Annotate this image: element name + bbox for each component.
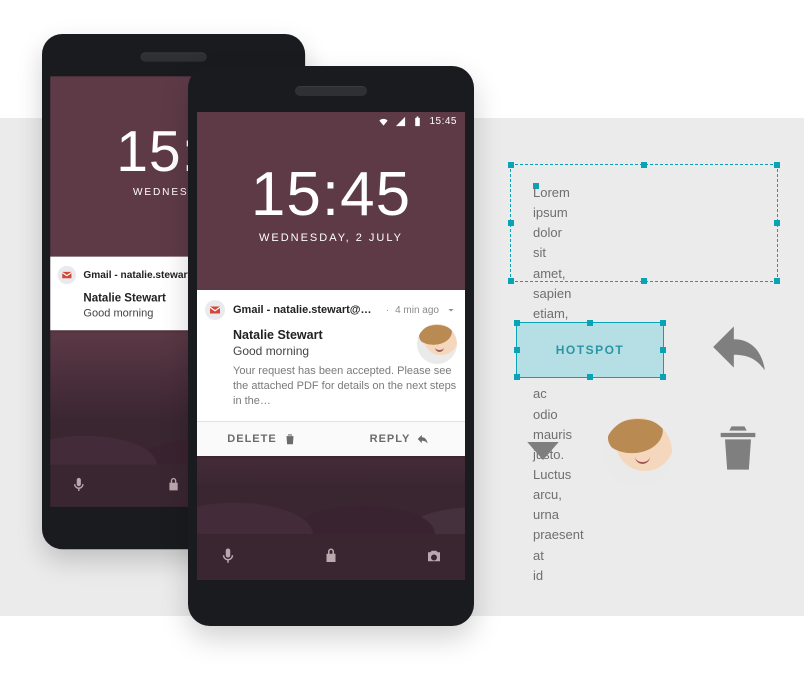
status-time: 15:45	[429, 116, 457, 127]
notification-card-expanded[interactable]: Gmail - natalie.stewart@gmail.com · 4 mi…	[197, 290, 465, 456]
chevron-down-icon-asset[interactable]	[516, 424, 570, 483]
notification-meta: · 4 min ago	[386, 304, 457, 316]
sender-avatar	[417, 324, 457, 364]
delete-label: DELETE	[227, 433, 276, 445]
wifi-icon	[378, 116, 389, 127]
lorem-text: Lorem ipsum dolor sit amet, sapien etiam…	[533, 183, 539, 189]
phone-screen-front: 15:45 15:45 WEDNESDAY, 2 JULY Gmail - na…	[197, 112, 465, 580]
battery-icon	[412, 116, 423, 127]
reply-button[interactable]: REPLY	[331, 422, 465, 456]
avatar-asset[interactable]	[604, 418, 672, 486]
lock-icon[interactable]	[322, 547, 340, 570]
gmail-icon	[58, 266, 76, 284]
hotspot-asset[interactable]: HOTSPOT	[516, 322, 664, 378]
trash-icon-asset[interactable]	[712, 418, 764, 483]
reply-label: REPLY	[370, 433, 411, 445]
lockscreen-clock: 15:45 WEDNESDAY, 2 JULY	[197, 164, 465, 244]
phone-speaker	[140, 52, 206, 61]
phone-speaker	[295, 86, 367, 96]
mic-icon[interactable]	[71, 477, 88, 498]
gmail-icon	[205, 300, 225, 320]
reply-icon-asset[interactable]	[708, 316, 770, 383]
notification-preview: Your request has been accepted. Please s…	[233, 364, 457, 409]
notification-time: 4 min ago	[395, 305, 439, 316]
signal-icon	[395, 116, 406, 127]
avatar-face	[604, 418, 672, 486]
hotspot-label: HOTSPOT	[556, 343, 625, 357]
notification-title: Gmail - natalie.stewart@gmail.com	[233, 304, 378, 316]
lockscreen-date: WEDNESDAY, 2 JULY	[197, 232, 465, 244]
reply-icon	[416, 432, 430, 446]
lockscreen-time: 15:45	[197, 164, 465, 226]
status-bar: 15:45	[378, 116, 457, 127]
phone-mockup-front: 15:45 15:45 WEDNESDAY, 2 JULY Gmail - na…	[188, 66, 474, 626]
mic-icon[interactable]	[219, 547, 237, 570]
chevron-down-icon[interactable]	[445, 304, 457, 316]
lockscreen-shortcuts	[197, 547, 465, 570]
lock-icon[interactable]	[165, 477, 182, 498]
notification-actions: DELETE REPLY	[197, 421, 465, 456]
delete-button[interactable]: DELETE	[197, 422, 331, 456]
camera-icon[interactable]	[425, 547, 443, 570]
trash-icon	[283, 432, 297, 446]
text-box-asset[interactable]: Lorem ipsum dolor sit amet, sapien etiam…	[510, 164, 778, 282]
